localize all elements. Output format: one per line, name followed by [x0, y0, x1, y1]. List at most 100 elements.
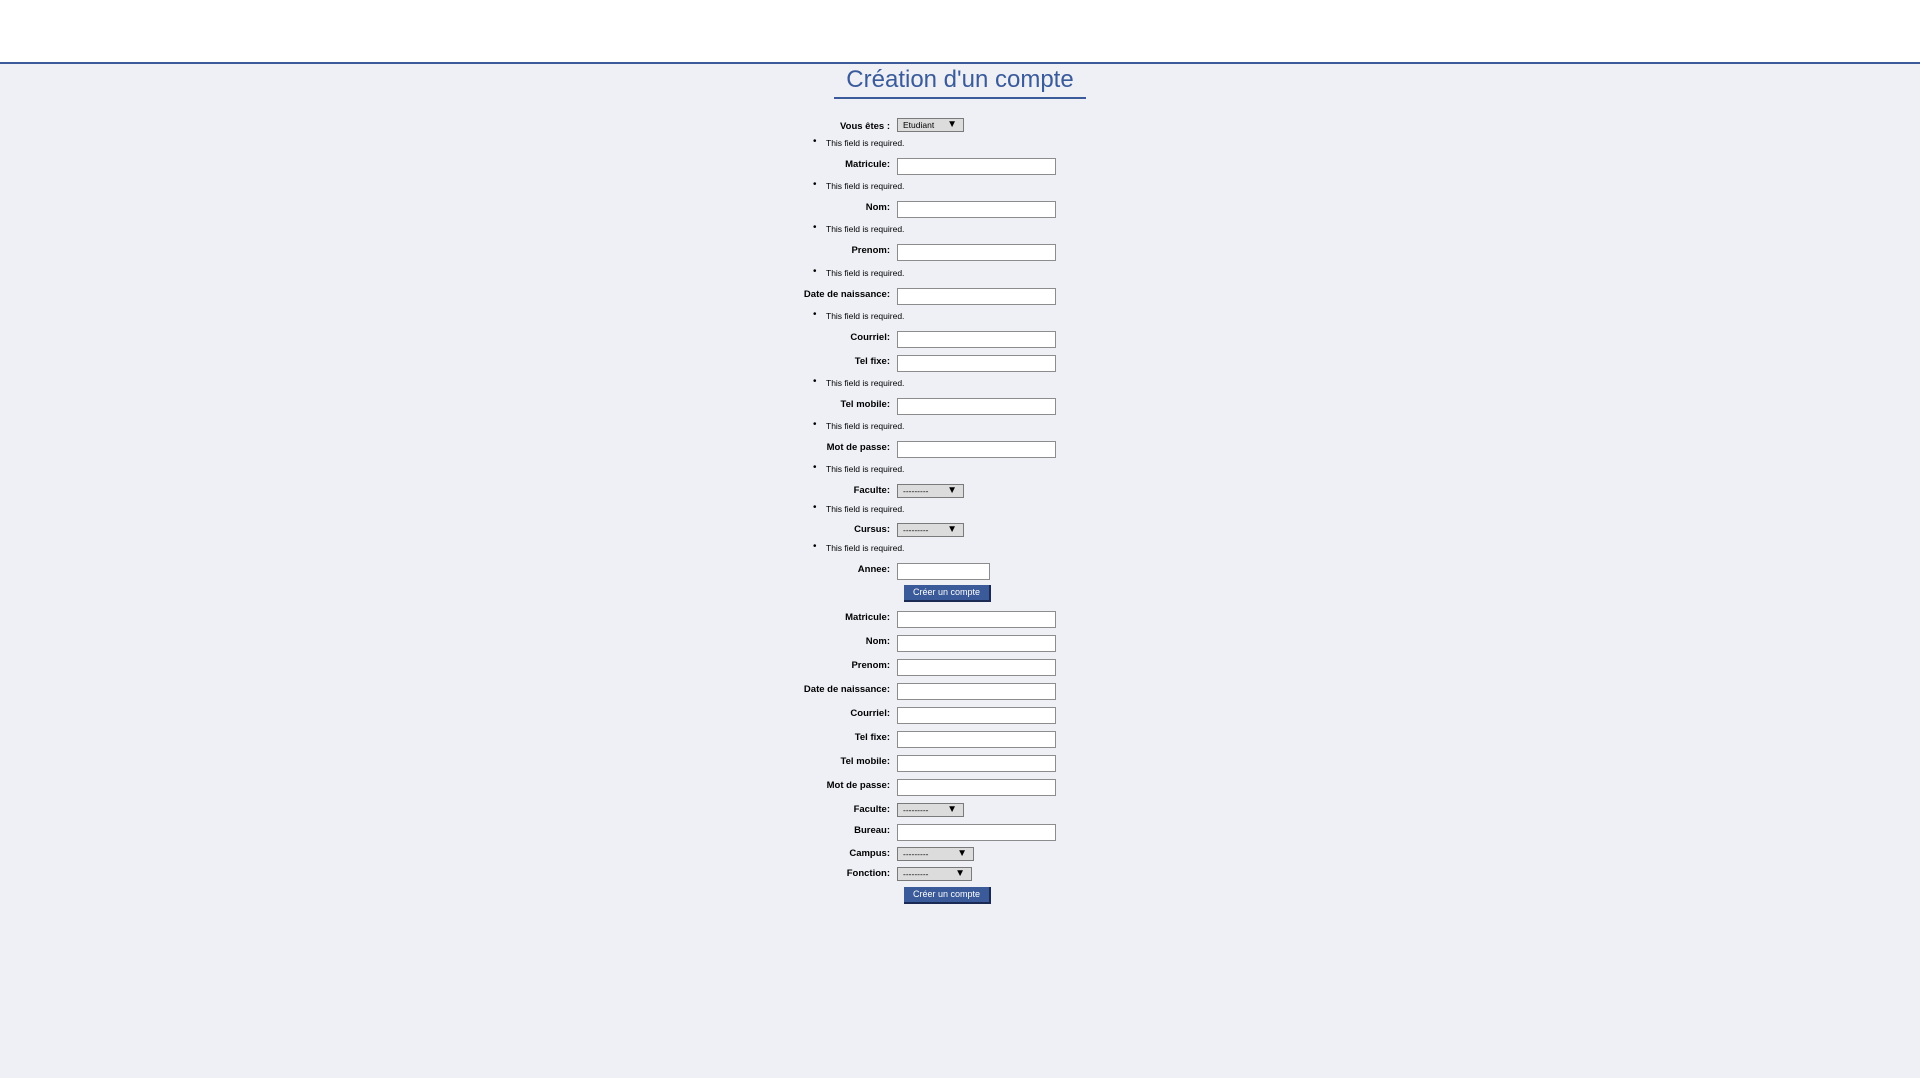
faculte-value: ---------	[903, 805, 929, 815]
user-type-value: Etudiant	[903, 120, 935, 130]
tel-mobile-row: Tel mobile:	[0, 396, 1920, 418]
tel-mobile-label: Tel mobile:	[840, 399, 890, 410]
tel-mobile-row: Tel mobile:	[0, 753, 1920, 775]
date-naissance-row: Date de naissance:	[0, 681, 1920, 703]
fonction-label: Fonction:	[846, 868, 890, 879]
courriel-label: Courriel:	[850, 332, 890, 343]
top-header-bar	[0, 0, 1920, 64]
date-naissance-row: Date de naissance:	[0, 286, 1920, 308]
prenom-input[interactable]	[897, 244, 1056, 261]
date-naissance-label: Date de naissance:	[803, 289, 890, 300]
bureau-row: Bureau:	[0, 822, 1920, 844]
user-type-field: Etudiant ▼	[897, 118, 964, 132]
fonction-select[interactable]: --------- ▼	[897, 867, 972, 881]
bullet-icon: •	[813, 502, 817, 513]
tel-fixe-row: Tel fixe:	[0, 353, 1920, 375]
campus-row: Campus: --------- ▼	[0, 847, 1920, 869]
nom-row: Nom:	[0, 633, 1920, 655]
tel-mobile-input[interactable]	[897, 755, 1056, 772]
tel-mobile-input[interactable]	[897, 398, 1056, 415]
chevron-down-icon: ▼	[947, 524, 957, 535]
mot-de-passe-input[interactable]	[897, 779, 1056, 796]
cursus-select[interactable]: --------- ▼	[897, 523, 964, 537]
error-tel-mobile: • This field is required.	[0, 376, 1920, 390]
error-message: This field is required.	[826, 421, 905, 431]
tel-fixe-row: Tel fixe:	[0, 729, 1920, 751]
campus-label: Campus:	[849, 848, 890, 859]
error-message: This field is required.	[826, 224, 905, 234]
faculte-label: Faculte:	[853, 804, 890, 815]
courriel-input[interactable]	[897, 331, 1056, 348]
courriel-input[interactable]	[897, 707, 1056, 724]
fonction-value: ---------	[903, 869, 929, 879]
mot-de-passe-input[interactable]	[897, 441, 1056, 458]
bureau-label: Bureau:	[854, 825, 890, 836]
matricule-input[interactable]	[897, 611, 1056, 628]
nom-row: Nom:	[0, 199, 1920, 221]
mot-de-passe-row: Mot de passe:	[0, 439, 1920, 461]
date-naissance-input[interactable]	[897, 288, 1056, 305]
faculte-select[interactable]: --------- ▼	[897, 803, 964, 817]
nom-input[interactable]	[897, 635, 1056, 652]
bullet-icon: •	[813, 179, 817, 190]
chevron-down-icon: ▼	[955, 868, 965, 879]
error-message: This field is required.	[826, 378, 905, 388]
mot-de-passe-row: Mot de passe:	[0, 777, 1920, 799]
error-mot-de-passe: • This field is required.	[0, 419, 1920, 433]
date-naissance-input[interactable]	[897, 683, 1056, 700]
error-nom: • This field is required.	[0, 179, 1920, 193]
error-date-naissance: • This field is required.	[0, 266, 1920, 280]
campus-value: ---------	[903, 849, 929, 859]
create-account-button[interactable]: Créer un compte	[904, 887, 991, 904]
error-annee: • This field is required.	[0, 541, 1920, 555]
chevron-down-icon: ▼	[947, 119, 957, 130]
user-type-label: Vous êtes :	[840, 121, 890, 132]
annee-label: Annee:	[857, 564, 890, 575]
cursus-value: ---------	[903, 525, 929, 535]
campus-select[interactable]: --------- ▼	[897, 847, 974, 861]
error-message: This field is required.	[826, 543, 905, 553]
matricule-label: Matricule:	[845, 159, 890, 170]
bullet-icon: •	[813, 541, 817, 552]
tel-mobile-label: Tel mobile:	[840, 756, 890, 767]
submit-row: Créer un compte	[0, 887, 1920, 907]
error-message: This field is required.	[826, 268, 905, 278]
bullet-icon: •	[813, 136, 817, 147]
mot-de-passe-label: Mot de passe:	[826, 780, 890, 791]
tel-fixe-input[interactable]	[897, 731, 1056, 748]
error-message: This field is required.	[826, 181, 905, 191]
submit-row: Créer un compte	[0, 585, 1920, 605]
bureau-input[interactable]	[897, 824, 1056, 841]
courriel-row: Courriel:	[0, 329, 1920, 351]
tel-fixe-input[interactable]	[897, 355, 1056, 372]
bullet-icon: •	[813, 419, 817, 430]
faculte-value: ---------	[903, 486, 929, 496]
mot-de-passe-label: Mot de passe:	[826, 442, 890, 453]
title-container: Création d'un compte	[0, 64, 1920, 99]
matricule-input[interactable]	[897, 158, 1056, 175]
user-type-select[interactable]: Etudiant ▼	[897, 118, 964, 132]
annee-input[interactable]	[897, 563, 990, 580]
matricule-row: Matricule:	[0, 609, 1920, 631]
nom-label: Nom:	[865, 202, 890, 213]
create-account-button[interactable]: Créer un compte	[904, 585, 991, 602]
error-matricule: • This field is required.	[0, 136, 1920, 150]
error-message: This field is required.	[826, 138, 905, 148]
nom-input[interactable]	[897, 201, 1056, 218]
prenom-input[interactable]	[897, 659, 1056, 676]
tel-fixe-label: Tel fixe:	[854, 356, 890, 367]
annee-row: Annee:	[0, 561, 1920, 583]
matricule-label: Matricule:	[845, 612, 890, 623]
bullet-icon: •	[813, 376, 817, 387]
error-message: This field is required.	[826, 311, 905, 321]
courriel-label: Courriel:	[850, 708, 890, 719]
error-faculte: • This field is required.	[0, 462, 1920, 476]
nom-label: Nom:	[865, 636, 890, 647]
chevron-down-icon: ▼	[947, 485, 957, 496]
tel-fixe-label: Tel fixe:	[854, 732, 890, 743]
prenom-row: Prenom:	[0, 242, 1920, 264]
faculte-select[interactable]: --------- ▼	[897, 484, 964, 498]
bullet-icon: •	[813, 462, 817, 473]
courriel-row: Courriel:	[0, 705, 1920, 727]
fonction-row: Fonction: --------- ▼	[0, 867, 1920, 889]
